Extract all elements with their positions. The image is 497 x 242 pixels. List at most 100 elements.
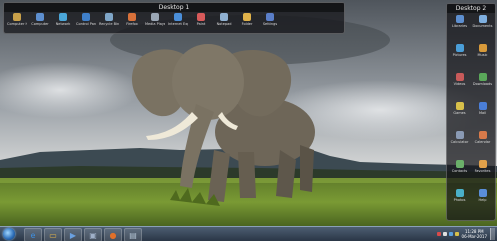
desktop1-icon-10[interactable]: Folder: [237, 13, 257, 26]
desktop1-icon-1[interactable]: Computer: [30, 13, 50, 26]
desktop2-icon-3[interactable]: Music: [472, 44, 493, 57]
icon-label: Folder: [241, 22, 253, 26]
icon-label: Libraries: [451, 24, 468, 28]
app-icon: [478, 44, 487, 52]
desktop1-icon-2[interactable]: Network: [53, 13, 73, 26]
media-player-icon: ▶: [69, 230, 77, 240]
icon-label: Settings: [262, 22, 278, 26]
app-icon: [478, 73, 487, 81]
tray-icon-3[interactable]: [454, 232, 459, 236]
app-icon: [174, 13, 182, 21]
icon-label: Paint: [196, 22, 206, 26]
clock-date: 06-Mar-2017: [461, 234, 487, 239]
app-icon: [197, 13, 205, 21]
app-icon: [455, 160, 464, 168]
icon-label: Games: [453, 111, 466, 115]
desktop1-icon-3[interactable]: Control Panel: [76, 13, 96, 26]
fence-desktop-1[interactable]: Desktop 1 Computer Home Computer Network Co…: [3, 2, 345, 34]
internet-explorer-icon: e: [30, 230, 36, 240]
app-icon: [455, 102, 464, 110]
icon-label: Calendar: [474, 140, 491, 144]
app-icon: [13, 13, 21, 21]
app-icon: [478, 15, 487, 23]
tray-icon-1[interactable]: [442, 232, 447, 236]
desktop2-icon-12[interactable]: Photos: [449, 189, 470, 202]
icon-label: Contacts: [451, 169, 468, 173]
desktop2-icon-7[interactable]: Mail: [472, 102, 493, 115]
icon-label: Photos: [453, 198, 466, 202]
icon-label: Notepad: [216, 22, 232, 26]
fence-title: Desktop 1: [4, 3, 344, 12]
desktop1-icon-7[interactable]: Internet Explorer: [168, 13, 188, 26]
app-icon: [455, 73, 464, 81]
taskbar: e ▭ ▶ ▣ ● ▤ 11:28 PM 06-Mar-2017: [0, 226, 497, 242]
desktop2-icon-10[interactable]: Contacts: [449, 160, 470, 173]
desktop2-icon-1[interactable]: Documents: [472, 15, 493, 28]
desktop1-icon-0[interactable]: Computer Home: [7, 13, 27, 26]
icon-label: Network: [55, 22, 71, 26]
app-icon: [128, 13, 136, 21]
app-icon: [478, 160, 487, 168]
icon-label: Control Panel: [76, 22, 96, 26]
app-icon: [266, 13, 274, 21]
desktop1-icon-11[interactable]: Settings: [260, 13, 280, 26]
icon-label: Firefox: [126, 22, 138, 26]
desktop1-icon-8[interactable]: Paint: [191, 13, 211, 26]
icon-label: Music: [477, 53, 488, 57]
app-icon: [455, 44, 464, 52]
app-icon: [105, 13, 113, 21]
show-desktop-button[interactable]: [490, 228, 495, 240]
app-icon: [478, 102, 487, 110]
app-icon: [455, 131, 464, 139]
fence-desktop-2[interactable]: Desktop 2 Libraries Documents Pictures Musi…: [446, 3, 496, 221]
icon-label: Videos: [453, 82, 466, 86]
app-icon: [455, 15, 464, 23]
desktop1-icon-9[interactable]: Notepad: [214, 13, 234, 26]
icon-label: Favorites: [474, 169, 491, 173]
desktop2-icon-5[interactable]: Downloads: [472, 73, 493, 86]
tray-icons: [436, 232, 459, 236]
firefox-icon: ●: [109, 230, 117, 240]
desktop2-icon-0[interactable]: Libraries: [449, 15, 470, 28]
desktop2-icon-9[interactable]: Calendar: [472, 131, 493, 144]
desktop-wallpaper: [0, 0, 497, 240]
desktop1-icon-4[interactable]: Recycle Bin: [99, 13, 119, 26]
desktop1-icon-5[interactable]: Firefox: [122, 13, 142, 26]
app-icon: [243, 13, 251, 21]
icon-label: Pictures: [452, 53, 467, 57]
system-tray: 11:28 PM 06-Mar-2017: [436, 227, 495, 241]
app-icon: [151, 13, 159, 21]
icon-label: Media Player: [145, 22, 165, 26]
app-icon: [220, 13, 228, 21]
icon-label: Downloads: [472, 82, 493, 86]
desktop2-icon-6[interactable]: Games: [449, 102, 470, 115]
clock[interactable]: 11:28 PM 06-Mar-2017: [462, 229, 487, 239]
icon-label: Calculator: [450, 140, 469, 144]
icon-label: Recycle Bin: [99, 22, 119, 26]
icon-label: Computer: [31, 22, 49, 26]
app-icon: [36, 13, 44, 21]
app-icon: [59, 13, 67, 21]
monitor-icon: ▤: [129, 230, 137, 240]
tray-icon-0[interactable]: [436, 232, 441, 236]
fence-title: Desktop 2: [447, 4, 495, 13]
window-manager-icon: ▣: [89, 230, 97, 240]
app-icon: [82, 13, 90, 21]
icon-label: Documents: [472, 24, 493, 28]
app-icon: [478, 189, 487, 197]
desktop2-icon-13[interactable]: Help: [472, 189, 493, 202]
app-icon: [478, 131, 487, 139]
icon-label: Mail: [478, 111, 487, 115]
icon-label: Help: [478, 198, 487, 202]
app-icon: [455, 189, 464, 197]
start-button[interactable]: [3, 228, 15, 240]
desktop2-icon-2[interactable]: Pictures: [449, 44, 470, 57]
desktop2-icon-4[interactable]: Videos: [449, 73, 470, 86]
desktop2-icon-11[interactable]: Favorites: [472, 160, 493, 173]
tray-icon-2[interactable]: [448, 232, 453, 236]
desktop2-icon-8[interactable]: Calculator: [449, 131, 470, 144]
desktop1-icon-6[interactable]: Media Player: [145, 13, 165, 26]
explorer-icon: ▭: [49, 230, 57, 240]
icon-label: Computer Home: [7, 22, 27, 26]
icon-label: Internet Explorer: [168, 22, 188, 26]
